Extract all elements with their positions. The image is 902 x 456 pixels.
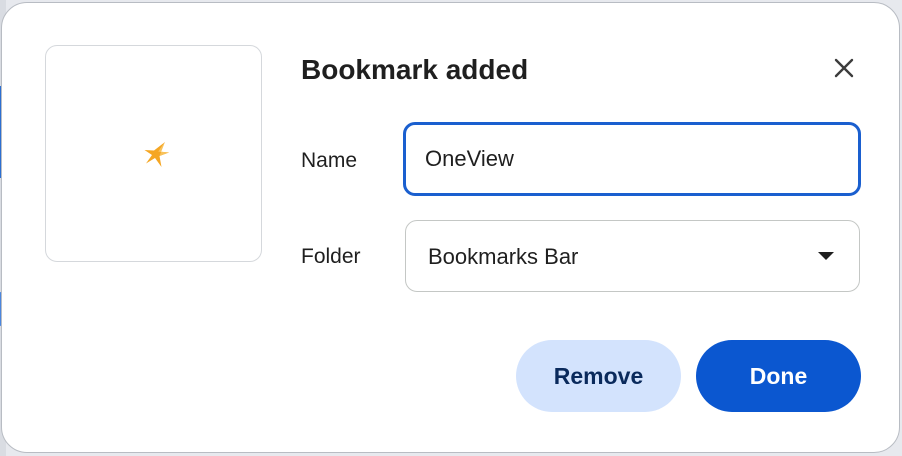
- bookmark-name-input[interactable]: [403, 122, 861, 196]
- chevron-down-icon: [818, 252, 834, 260]
- close-button[interactable]: [826, 50, 862, 86]
- bookmark-added-dialog: Bookmark added Name Folder Bookmarks Bar…: [1, 2, 900, 453]
- dialog-title: Bookmark added: [301, 54, 529, 85]
- bookmark-preview: [45, 45, 262, 262]
- folder-label: Folder: [301, 245, 361, 268]
- star-favicon-icon: [144, 142, 169, 167]
- name-label: Name: [301, 149, 358, 172]
- done-button[interactable]: Done: [696, 340, 861, 412]
- folder-selected-value: Bookmarks Bar: [428, 244, 579, 269]
- close-icon: [834, 58, 854, 78]
- folder-select[interactable]: Bookmarks Bar: [405, 220, 860, 292]
- remove-button[interactable]: Remove: [516, 340, 681, 412]
